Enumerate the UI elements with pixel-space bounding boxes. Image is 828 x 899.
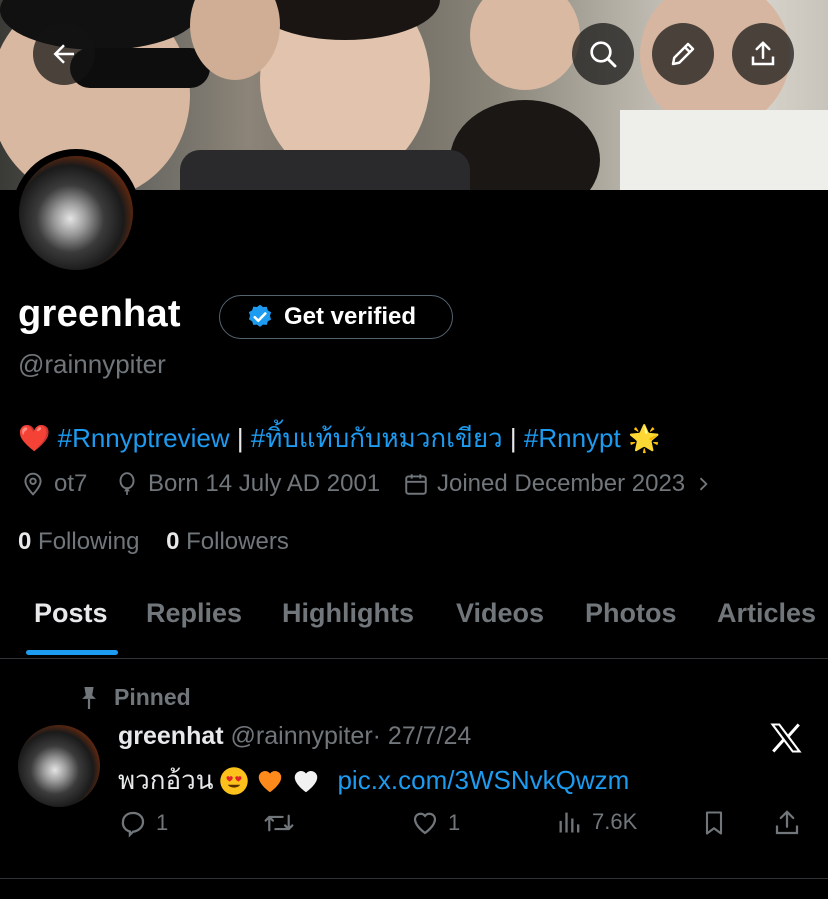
banner-figure <box>180 150 470 190</box>
followers-label: Followers <box>186 528 289 555</box>
post-text: พวกอ้วน pic.x.com/3WSNvkQwzm <box>118 760 629 801</box>
post-divider <box>0 878 828 879</box>
orange-heart-icon <box>259 770 282 792</box>
following-link[interactable]: 0 Following <box>18 528 139 555</box>
share-icon <box>775 810 799 835</box>
follow-counts: 0 Following 0 Followers <box>18 528 289 556</box>
banner-figure <box>620 110 828 190</box>
views-button[interactable]: 7.6K <box>556 808 637 836</box>
profile-banner[interactable] <box>0 0 828 190</box>
heart-emoji: ❤️ <box>18 423 51 453</box>
tab-replies[interactable]: Replies <box>146 598 242 629</box>
profile-tabs: Posts Replies Highlights Videos Photos A… <box>0 588 828 659</box>
following-count: 0 <box>18 528 32 555</box>
views-count: 7.6K <box>592 809 638 834</box>
profile-joined[interactable]: Joined December 2023 <box>403 470 713 498</box>
verified-badge-icon <box>248 304 272 327</box>
post-header: greenhat @rainnypiter· 27/7/24 <box>118 722 471 751</box>
profile-avatar[interactable] <box>12 149 140 277</box>
profile-location: ot7 <box>20 470 87 498</box>
tab-videos[interactable]: Videos <box>456 598 544 629</box>
profile-handle: @rainnypiter <box>18 349 166 379</box>
hashtag-link[interactable]: #ทิ้บแท้บกับหมวกเขียว <box>251 423 503 453</box>
post-author-avatar[interactable] <box>18 725 100 807</box>
like-count: 1 <box>448 810 461 835</box>
location-text: ot7 <box>54 470 88 497</box>
banner-figure <box>470 0 580 90</box>
bookmark-button[interactable] <box>700 808 728 838</box>
profile-birthday: Born 14 July AD 2001 <box>114 470 380 498</box>
white-heart-icon <box>295 770 318 792</box>
profile-bio: ❤️ #Rnnyptreview | #ทิ้บแท้บกับหมวกเขียว… <box>18 418 660 459</box>
following-label: Following <box>38 528 140 555</box>
post-date[interactable]: · 27/7/24 <box>373 722 472 750</box>
reply-count: 1 <box>156 810 169 835</box>
tab-articles[interactable]: Articles <box>717 598 816 629</box>
share-profile-button[interactable] <box>732 23 794 85</box>
bookmark-icon <box>705 811 723 835</box>
birthday-text: Born 14 July AD 2001 <box>148 470 381 497</box>
search-icon <box>590 41 617 68</box>
like-button[interactable]: 1 <box>410 808 460 838</box>
heart-eyes-emoji-icon <box>220 766 249 795</box>
pinned-indicator: Pinned <box>78 684 191 711</box>
x-logo-icon <box>770 723 802 753</box>
bio-separator: | <box>229 423 251 453</box>
share-icon <box>751 41 775 66</box>
post-body: พวกอ้วน <box>118 765 214 795</box>
x-logo-button[interactable] <box>768 720 804 761</box>
location-pin-icon <box>24 472 42 496</box>
balloon-icon <box>119 472 135 495</box>
post-author-handle[interactable]: @rainnypiter <box>231 722 373 750</box>
calendar-icon <box>405 474 427 495</box>
pinned-label: Pinned <box>114 684 191 710</box>
followers-count: 0 <box>166 528 180 555</box>
views-bar-chart-icon <box>559 812 580 833</box>
chevron-right-icon <box>700 477 708 491</box>
banner-figure <box>450 100 600 190</box>
joined-text: Joined December 2023 <box>437 470 686 497</box>
followers-link[interactable]: 0 Followers <box>166 528 289 555</box>
get-verified-label: Get verified <box>284 303 417 330</box>
profile-name: greenhat <box>18 293 181 335</box>
back-button[interactable] <box>33 23 95 85</box>
heart-outline-icon <box>413 812 437 835</box>
tab-photos[interactable]: Photos <box>585 598 677 629</box>
avatar-image <box>19 156 133 270</box>
get-verified-button[interactable]: Get verified <box>219 295 453 339</box>
star-emoji: 🌟 <box>627 423 661 453</box>
repost-button[interactable] <box>262 808 296 838</box>
post-media-link[interactable]: pic.x.com/3WSNvkQwzm <box>337 765 629 796</box>
pin-icon <box>82 686 96 709</box>
reply-button[interactable]: 1 <box>118 808 168 838</box>
arrow-left-icon <box>53 44 74 64</box>
pencil-icon <box>671 42 695 66</box>
search-button[interactable] <box>572 23 634 85</box>
tab-highlights[interactable]: Highlights <box>282 598 414 629</box>
hashtag-link[interactable]: #Rnnypt <box>524 423 621 453</box>
share-post-button[interactable] <box>772 808 802 838</box>
reply-icon <box>121 811 145 838</box>
active-tab-indicator <box>26 650 118 655</box>
tab-posts[interactable]: Posts <box>34 598 108 629</box>
post-author-name[interactable]: greenhat <box>118 722 224 750</box>
bio-separator: | <box>502 423 524 453</box>
edit-button[interactable] <box>652 23 714 85</box>
repost-icon <box>264 814 294 832</box>
hashtag-link[interactable]: #Rnnyptreview <box>58 423 230 453</box>
